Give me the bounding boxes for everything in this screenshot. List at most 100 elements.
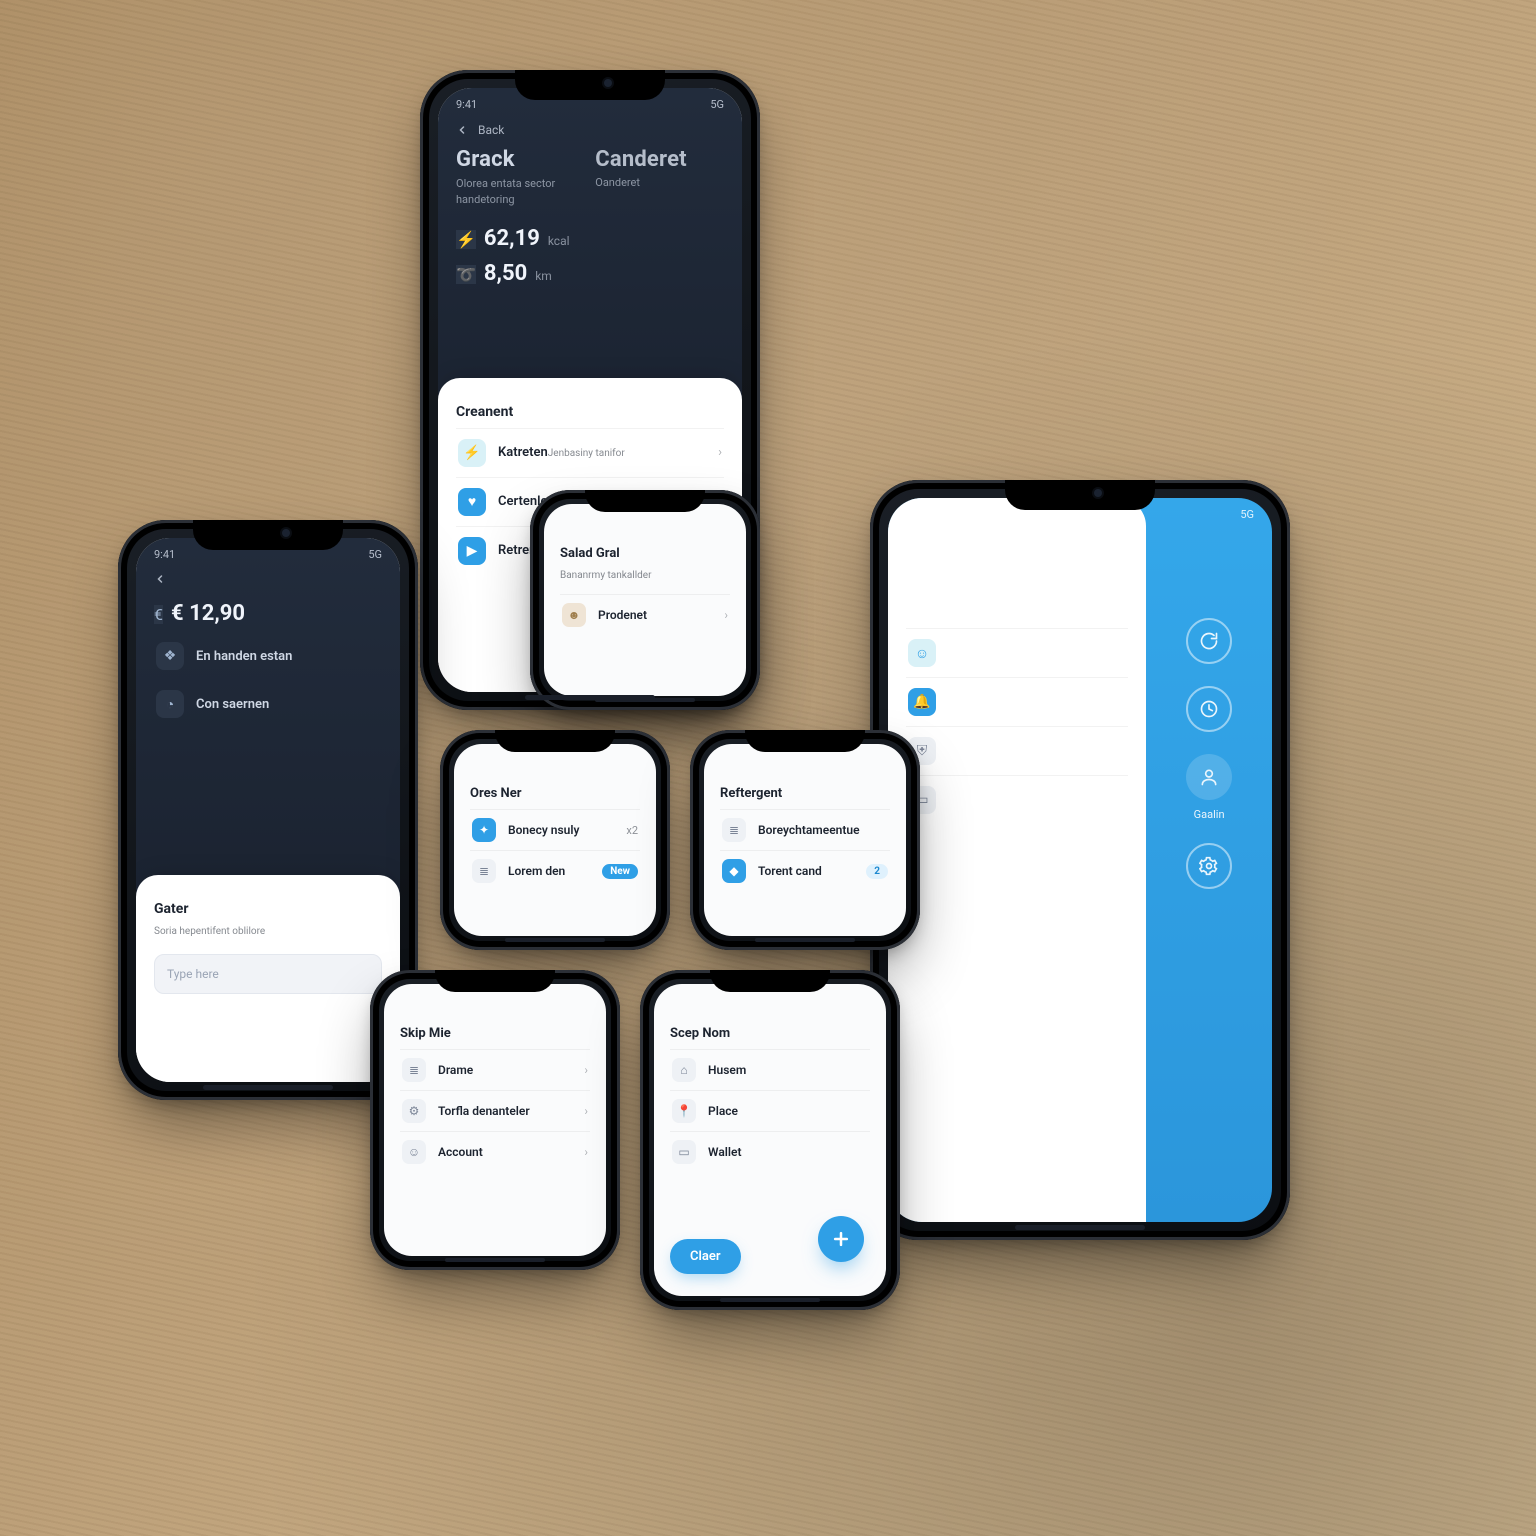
notch <box>515 70 665 100</box>
heart-icon: ♥ <box>458 488 486 516</box>
row-title: Husem <box>708 1063 746 1077</box>
price-metric: € € 12,90 <box>154 601 382 626</box>
new-badge: New <box>602 864 638 879</box>
home-indicator <box>595 698 695 702</box>
doc-icon: ≣ <box>402 1058 426 1082</box>
status-time: 9:41 <box>456 98 477 111</box>
notch <box>745 730 865 752</box>
pin-icon: 📍 <box>672 1099 696 1123</box>
list-item[interactable]: ☺ Account › <box>400 1131 590 1172</box>
clock-icon <box>1199 699 1219 719</box>
card-title: Scep Nom <box>670 1026 870 1041</box>
list-item[interactable]: ☻ Prodenet › <box>560 594 730 635</box>
route-icon: ➰ <box>456 265 476 284</box>
settings-button[interactable] <box>1186 843 1232 889</box>
phone-small-1: Salad Gral Bananrmy tankallder ☻ Prodene… <box>530 490 760 710</box>
sheet-title: Creanent <box>456 404 724 420</box>
status-network: 5G <box>1240 508 1254 521</box>
list-item[interactable]: ≣ Drame › <box>400 1049 590 1090</box>
list-item[interactable]: ▭ Wallet <box>670 1131 870 1172</box>
notch <box>585 490 705 512</box>
list-item[interactable]: ◆ Torent cand 2 <box>720 850 890 891</box>
status-network: 5G <box>710 98 724 111</box>
row-title: Boreychtameentue <box>758 823 860 837</box>
row-title: En handen estan <box>196 649 292 664</box>
user-icon: ☺ <box>402 1140 426 1164</box>
screen: Reftergent ≣ Boreychtameentue ◆ Torent c… <box>704 744 906 936</box>
primary-cta[interactable]: Claer <box>670 1239 741 1274</box>
screen: Scep Nom ⌂ Husem 📍 Place ▭ Wallet Claer <box>654 984 886 1296</box>
metric-1-unit: kcal <box>548 234 570 248</box>
home-indicator <box>445 1258 545 1262</box>
chevron-right-icon: › <box>718 445 722 460</box>
chevron-left-icon <box>456 124 468 136</box>
home-indicator <box>720 1298 820 1302</box>
row-title: Geandesment <box>948 646 1029 661</box>
refresh-button[interactable] <box>1186 618 1232 664</box>
bell-icon: 🔔 <box>908 688 936 716</box>
app-title: Grack <box>456 147 555 172</box>
card-title: Salad Gral <box>560 546 730 561</box>
profile-button[interactable] <box>1186 754 1232 800</box>
list-item[interactable]: ⚙ Torfla denanteler › <box>400 1090 590 1131</box>
play-icon: ▶ <box>458 537 486 565</box>
screen: Skip Mie ≣ Drame › ⚙ Torfla denanteler ›… <box>384 984 606 1256</box>
list-item[interactable]: ≣ Lorem den New <box>470 850 640 891</box>
chevron-right-icon: › <box>724 608 728 622</box>
avatar-icon: ☻ <box>562 603 586 627</box>
screen: 9:41 5G . € € 12,90 ❖ En handen estan <box>136 538 400 1082</box>
metric-1-value: 62,19 <box>484 226 540 251</box>
card-title: Ores Ner <box>470 786 640 801</box>
row-title: Place <box>708 1104 738 1118</box>
notch <box>710 970 830 992</box>
screen: 9:41 5G Enco Delent Dal cemafer oring ☺ … <box>888 498 1272 1222</box>
bottom-sheet: Gater Soria hepentifent oblilore Type he… <box>136 875 400 1082</box>
gear-icon <box>1199 856 1219 876</box>
user-icon: ☺ <box>908 639 936 667</box>
list-item[interactable]: 🔔 NatrendanJorunat eten <box>906 677 1128 726</box>
list-item[interactable]: ⚡ KatretenJenbasiny tanifor › <box>456 428 724 477</box>
list-item[interactable]: ✦ Bonecy nsuly x2 <box>470 809 640 850</box>
badge: 2 <box>866 864 888 879</box>
history-button[interactable] <box>1186 686 1232 732</box>
phone-small-3: Reftergent ≣ Boreychtameentue ◆ Torent c… <box>690 730 920 950</box>
card-icon: ▭ <box>672 1140 696 1164</box>
list-item[interactable]: ⌂ Husem <box>670 1049 870 1090</box>
status-time: 9:41 <box>154 548 175 561</box>
back-label: Back <box>478 123 504 137</box>
card-title: Skip Mie <box>400 1026 590 1041</box>
chevron-right-icon: › <box>584 1063 588 1077</box>
list-item[interactable]: ≣ Boreychtameentue <box>720 809 890 850</box>
fab-add[interactable] <box>818 1216 864 1262</box>
tag-icon: ◆ <box>722 859 746 883</box>
clock-icon: ◔ <box>156 690 184 718</box>
notch <box>1005 480 1155 510</box>
metric-2-unit: km <box>535 269 552 283</box>
metric-1: ⚡ 62,19 kcal <box>456 226 570 251</box>
gear-icon: ⚙ <box>402 1099 426 1123</box>
list-item[interactable]: ▭ Payment <box>906 775 1128 824</box>
row-title: Natrendan <box>948 695 1009 710</box>
home-indicator <box>505 938 605 942</box>
doc-icon: ≣ <box>722 818 746 842</box>
sheet-title: Gater <box>154 901 382 917</box>
header: . € € 12,90 ❖ En handen estan ◔ Con saer… <box>136 565 400 740</box>
home-indicator <box>1015 1225 1145 1230</box>
home-indicator <box>203 1085 333 1090</box>
screen: Salad Gral Bananrmy tankallder ☻ Prodene… <box>544 504 746 696</box>
row-title: Ecrenciet <box>948 744 1002 759</box>
text-input[interactable]: Type here <box>154 954 382 994</box>
plus-icon <box>831 1229 851 1249</box>
list-item[interactable]: ⛨ Ecrenciet <box>906 726 1128 775</box>
chevron-left-icon <box>154 573 166 585</box>
split-layout: ☺ GeandesmentHave acrlimitemorlich 🔔 Nat… <box>888 498 1272 1222</box>
back-button[interactable] <box>154 573 382 585</box>
phone-small-4: Skip Mie ≣ Drame › ⚙ Torfla denanteler ›… <box>370 970 620 1270</box>
home-indicator <box>755 938 855 942</box>
row-title: Bonecy nsuly <box>508 823 579 837</box>
bolt-icon: ⚡ <box>456 230 476 249</box>
list-item[interactable]: 📍 Place <box>670 1090 870 1131</box>
profile-label: Gaalin <box>1194 808 1225 821</box>
list-item[interactable]: ☺ GeandesmentHave acrlimitemorlich <box>906 628 1128 677</box>
back-button[interactable]: Back <box>456 123 724 137</box>
